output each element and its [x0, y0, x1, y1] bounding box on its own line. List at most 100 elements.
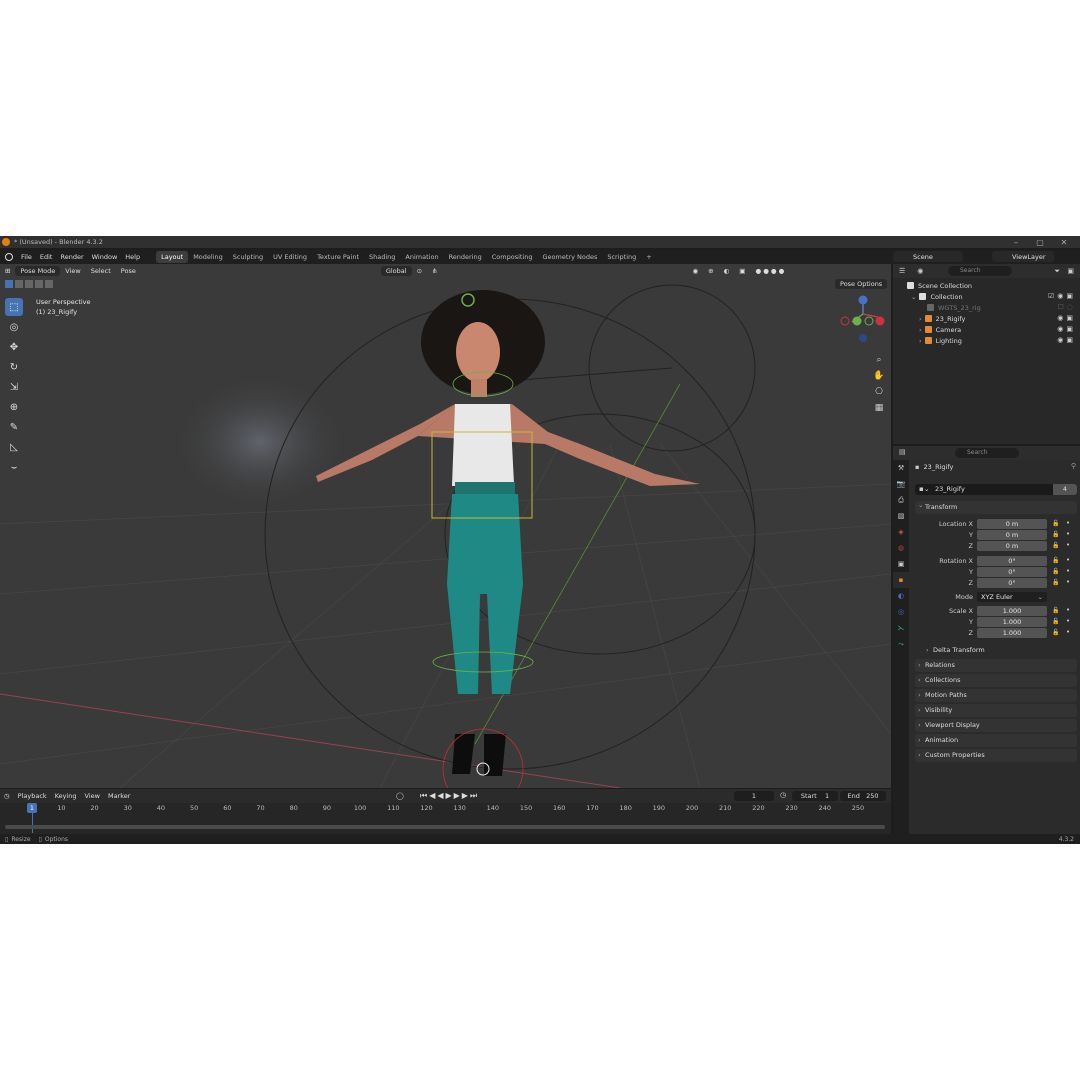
outliner-editor-icon[interactable]: ☰ [899, 267, 905, 275]
pin-icon[interactable]: ⚲ [1071, 462, 1076, 470]
menu-playback[interactable]: Playback [14, 792, 51, 800]
location-y-field[interactable]: 0 m [977, 530, 1047, 540]
outliner-row-lighting[interactable]: › Lighting ◉▣ [893, 335, 1080, 346]
object-data-field[interactable]: ▪⌄ 23_Rigify 4 [915, 484, 1077, 495]
keyframe-dot-icon[interactable]: • [1066, 628, 1070, 636]
tab-animation[interactable]: Animation [400, 251, 443, 263]
keyframe-dot-icon[interactable]: • [1066, 530, 1070, 538]
minimize-icon[interactable]: – [1004, 236, 1028, 248]
pose-options-dropdown[interactable]: Pose Options [835, 279, 888, 289]
custom-properties-panel-header[interactable]: Custom Properties [915, 749, 1077, 762]
preview-range-icon[interactable]: ◷ [780, 791, 786, 799]
current-frame-field[interactable]: 1 [734, 791, 774, 801]
menu-select[interactable]: Select [86, 267, 116, 275]
keyframe-dot-icon[interactable]: • [1066, 567, 1070, 575]
armature-data-tab-icon[interactable]: ⤳ [893, 636, 909, 652]
add-workspace-button[interactable]: + [641, 251, 656, 263]
timeline-scrollbar[interactable] [5, 825, 885, 829]
3d-viewport[interactable]: ⊞ Pose Mode View Select Pose Global ⊙ ⋔ … [0, 264, 891, 788]
keyframe-dot-icon[interactable]: • [1066, 578, 1070, 586]
maximize-icon[interactable]: ▢ [1028, 236, 1052, 248]
world-tab-icon[interactable]: ◍ [893, 540, 909, 556]
animation-panel-header[interactable]: Animation [915, 734, 1077, 747]
outliner-search-input[interactable]: Search [948, 266, 1012, 276]
select-invert-icon[interactable] [35, 280, 43, 288]
gizmo-neg-z-axis[interactable] [859, 334, 867, 342]
relations-panel-header[interactable]: Relations [915, 659, 1077, 672]
properties-search-input[interactable]: Search [955, 448, 1019, 458]
move-tool-icon[interactable]: ✥ [5, 338, 23, 356]
properties-editor-icon[interactable]: ▤ [899, 448, 906, 456]
keyframe-dot-icon[interactable]: • [1066, 556, 1070, 564]
menu-window[interactable]: Window [88, 253, 122, 261]
outliner-row-rigify[interactable]: › 23_Rigify ◉▣ [893, 313, 1080, 324]
measure-tool-icon[interactable]: ◺ [5, 438, 23, 456]
menu-marker[interactable]: Marker [104, 792, 134, 800]
close-icon[interactable]: ✕ [1052, 236, 1076, 248]
lock-icon[interactable]: 🔓 [1052, 579, 1059, 586]
select-extend-icon[interactable] [15, 280, 23, 288]
tool-tab-icon[interactable]: ⚒ [893, 460, 909, 476]
perspective-toggle-icon[interactable]: ▦ [871, 400, 887, 416]
menu-timeline-view[interactable]: View [81, 792, 104, 800]
constraints-tab-icon[interactable]: ⋋ [893, 620, 909, 636]
mode-dropdown[interactable]: Pose Mode [15, 266, 61, 276]
select-intersect-icon[interactable] [45, 280, 53, 288]
playback-controls-icon[interactable]: ⏮◀◀▶▶▶⏭ [420, 791, 479, 801]
camera-view-icon[interactable]: ⎔ [871, 384, 887, 400]
pivot-icon[interactable]: ⊙ [412, 267, 427, 275]
expand-icon[interactable]: › [919, 337, 922, 345]
visibility-panel-header[interactable]: Visibility [915, 704, 1077, 717]
menu-help[interactable]: Help [121, 253, 144, 261]
scale-tool-icon[interactable]: ⇲ [5, 378, 23, 396]
keyframe-dot-icon[interactable]: • [1066, 617, 1070, 625]
lock-icon[interactable]: 🔓 [1052, 607, 1059, 614]
collections-panel-header[interactable]: Collections [915, 674, 1077, 687]
transform-tool-icon[interactable]: ⊕ [5, 398, 23, 416]
menu-view[interactable]: View [60, 267, 85, 275]
rotation-x-field[interactable]: 0° [977, 556, 1047, 566]
outliner-row-scene-collection[interactable]: Scene Collection [893, 280, 1080, 291]
gizmo-y-axis[interactable] [852, 316, 862, 326]
collection-tab-icon[interactable]: ▣ [893, 556, 909, 572]
row-visibility-icons[interactable]: ☐◌ [1058, 303, 1076, 311]
outliner-row-collection[interactable]: ⌄ Collection ☑◉▣ [893, 291, 1080, 302]
keyframe-dot-icon[interactable]: • [1066, 519, 1070, 527]
lock-icon[interactable]: 🔓 [1052, 542, 1059, 549]
location-x-field[interactable]: 0 m [977, 519, 1047, 529]
overlay-toggle-icon[interactable]: ◐ [719, 267, 735, 275]
data-users-count[interactable]: 4 [1053, 484, 1077, 495]
lock-icon[interactable]: 🔓 [1052, 629, 1059, 636]
new-collection-icon[interactable]: ▣ [1067, 267, 1074, 275]
row-visibility-icons[interactable]: ◉▣ [1057, 314, 1076, 322]
tab-modeling[interactable]: Modeling [188, 251, 228, 263]
rotation-z-field[interactable]: 0° [977, 578, 1047, 588]
render-tab-icon[interactable]: 📷 [893, 476, 909, 492]
tab-uv-editing[interactable]: UV Editing [268, 251, 312, 263]
row-visibility-icons[interactable]: ◉▣ [1057, 336, 1076, 344]
relax-tool-icon[interactable]: ⌣ [5, 458, 23, 476]
scale-x-field[interactable]: 1.000 [977, 606, 1047, 616]
cursor-tool-icon[interactable]: ◎ [5, 318, 23, 336]
playhead-marker[interactable]: 1 [27, 803, 37, 813]
row-visibility-icons[interactable]: ☑◉▣ [1048, 292, 1076, 300]
transform-panel-header[interactable]: Transform [915, 499, 1077, 514]
lock-icon[interactable]: 🔓 [1052, 618, 1059, 625]
select-new-icon[interactable] [5, 280, 13, 288]
lock-icon[interactable]: 🔓 [1052, 531, 1059, 538]
physics-tab-icon[interactable]: ◎ [893, 604, 909, 620]
zoom-icon[interactable]: ⌕ [871, 352, 887, 368]
viewport-display-panel-header[interactable]: Viewport Display [915, 719, 1077, 732]
location-z-field[interactable]: 0 m [977, 541, 1047, 551]
scale-z-field[interactable]: 1.000 [977, 628, 1047, 638]
scale-y-field[interactable]: 1.000 [977, 617, 1047, 627]
row-visibility-icons[interactable]: ◉▣ [1057, 325, 1076, 333]
outliner-row-wgts[interactable]: WGTS_23_rig ☐◌ [893, 302, 1080, 313]
snap-icon[interactable]: ⋔ [427, 267, 442, 275]
gizmo-z-axis[interactable] [858, 295, 868, 305]
expand-icon[interactable]: › [919, 315, 922, 323]
properties-editor[interactable]: ▤ Search ⚒ 📷 ⎙ ▧ ◈ ◍ ▣ ▪ ◐ ◎ ⋋ ⤳ ▪ 23_Ri… [893, 446, 1080, 834]
select-subtract-icon[interactable] [25, 280, 33, 288]
outliner-row-camera[interactable]: › Camera ◉▣ [893, 324, 1080, 335]
rotation-mode-dropdown[interactable]: XYZ Euler ⌄ [977, 592, 1047, 602]
